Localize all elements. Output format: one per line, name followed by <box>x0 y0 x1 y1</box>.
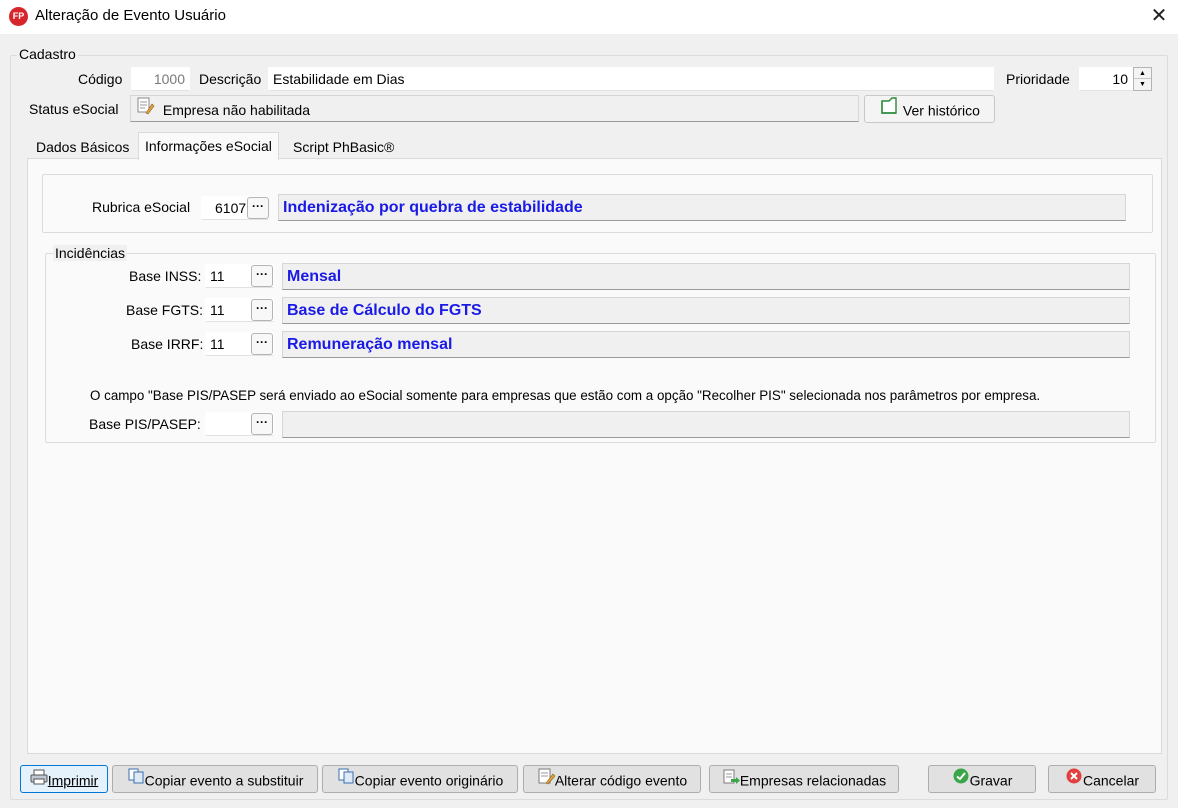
export-icon <box>722 767 740 793</box>
base-irrf-description-field: Remuneração mensal <box>282 331 1130 358</box>
close-icon[interactable]: ✕ <box>1144 2 1174 30</box>
app-icon: FP <box>9 7 28 26</box>
tab-script-phbasic[interactable]: Script PhBasic® <box>287 135 400 160</box>
base-inss-lookup-button[interactable]: ··· <box>251 265 273 287</box>
base-inss-label: Base INSS: <box>129 268 202 284</box>
descricao-field[interactable]: Estabilidade em Dias <box>268 67 994 91</box>
imprimir-button[interactable]: Imprimir <box>20 765 108 793</box>
window-title: Alteração de Evento Usuário <box>35 7 226 24</box>
copiar-evento-substituir-button[interactable]: Copiar evento a substituir <box>112 765 318 793</box>
rubrica-code-value: 6107 <box>215 200 247 216</box>
tab-panel-informacoes-esocial <box>27 158 1162 754</box>
incidencias-group-label: Incidências <box>53 245 128 261</box>
rubrica-description-value: Indenização por quebra de estabilidade <box>283 199 583 216</box>
copy-icon <box>337 767 355 793</box>
base-pis-pasep-lookup-button[interactable]: ··· <box>251 413 273 435</box>
empresas-relacionadas-label: Empresas relacionadas <box>739 772 887 789</box>
copiar-evento-originario-label: Copiar evento originário <box>354 772 504 789</box>
alterar-codigo-evento-label: Alterar código evento <box>554 772 688 789</box>
prioridade-field[interactable]: 10 <box>1079 67 1133 91</box>
codigo-label: Código <box>78 71 123 87</box>
copy-icon <box>127 767 145 793</box>
pis-pasep-note: O campo "Base PIS/PASEP será enviado ao … <box>90 388 1041 403</box>
rubrica-esocial-label: Rubrica eSocial <box>92 199 191 215</box>
empresas-relacionadas-button[interactable]: Empresas relacionadas <box>709 765 899 793</box>
tab-informacoes-esocial[interactable]: Informações eSocial <box>138 132 279 160</box>
descricao-value: Estabilidade em Dias <box>273 71 405 87</box>
document-edit-icon <box>135 96 155 121</box>
base-fgts-lookup-button[interactable]: ··· <box>251 299 273 321</box>
base-fgts-description-value: Base de Cálculo do FGTS <box>287 302 482 319</box>
base-irrf-description-value: Remuneração mensal <box>287 336 453 353</box>
spin-up-icon[interactable]: ▲ <box>1134 68 1151 79</box>
edit-document-icon <box>537 767 556 793</box>
cancelar-button[interactable]: Cancelar <box>1048 765 1156 793</box>
status-esocial-field: Empresa não habilitada <box>130 95 859 122</box>
base-irrf-label: Base IRRF: <box>131 336 204 352</box>
gravar-button[interactable]: Gravar <box>928 765 1036 793</box>
prioridade-label: Prioridade <box>1006 71 1070 87</box>
rubrica-description-field: Indenização por quebra de estabilidade <box>278 194 1126 221</box>
base-pis-pasep-description-field <box>282 411 1130 438</box>
ver-historico-button[interactable]: Ver histórico <box>864 95 995 123</box>
imprimir-label: Imprimir <box>47 772 99 789</box>
tab-dados-basicos[interactable]: Dados Básicos <box>30 135 135 160</box>
codigo-value: 1000 <box>153 71 185 87</box>
history-doc-icon <box>879 97 899 123</box>
status-esocial-value: Empresa não habilitada <box>162 101 310 118</box>
descricao-label: Descrição <box>199 71 262 87</box>
copiar-evento-substituir-label: Copiar evento a substituir <box>144 772 304 789</box>
rubrica-lookup-button[interactable]: ··· <box>247 197 269 219</box>
base-pis-pasep-label: Base PIS/PASEP: <box>89 416 201 432</box>
base-fgts-description-field: Base de Cálculo do FGTS <box>282 297 1130 324</box>
base-irrf-code-value: 11 <box>210 336 225 352</box>
copiar-evento-originario-button[interactable]: Copiar evento originário <box>322 765 518 793</box>
cancel-circle-icon <box>1065 767 1083 793</box>
base-fgts-label: Base FGTS: <box>126 302 204 318</box>
prioridade-value: 10 <box>1112 71 1128 87</box>
alterar-codigo-evento-button[interactable]: Alterar código evento <box>523 765 701 793</box>
spin-down-icon[interactable]: ▼ <box>1134 79 1151 90</box>
base-irrf-lookup-button[interactable]: ··· <box>251 333 273 355</box>
gravar-label: Gravar <box>969 772 1013 789</box>
ver-historico-label: Ver histórico <box>902 102 980 119</box>
base-inss-description-value: Mensal <box>287 268 342 285</box>
base-inss-description-field: Mensal <box>282 263 1130 290</box>
codigo-field[interactable]: 1000 <box>131 67 190 91</box>
cancelar-label: Cancelar <box>1082 772 1140 789</box>
status-esocial-label: Status eSocial <box>29 101 119 117</box>
cadastro-group-label: Cadastro <box>17 46 78 62</box>
base-fgts-code-value: 11 <box>210 302 225 318</box>
base-inss-code-value: 11 <box>210 268 225 284</box>
prioridade-spinner[interactable]: ▲ ▼ <box>1133 67 1152 91</box>
printer-icon <box>30 767 48 793</box>
check-circle-icon <box>952 767 970 793</box>
